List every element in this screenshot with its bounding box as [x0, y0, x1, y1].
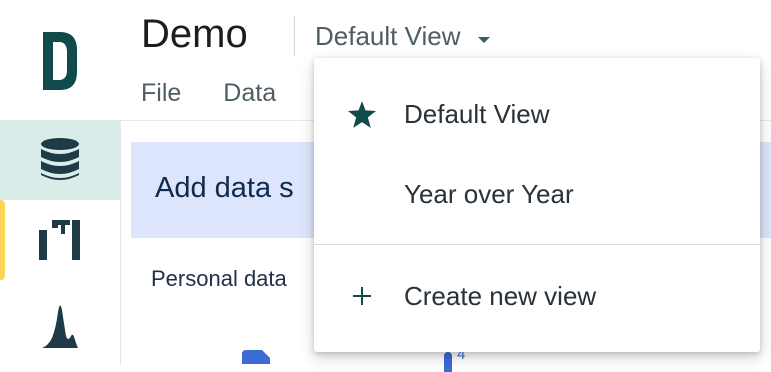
- badge-marker-icon: [444, 352, 452, 372]
- rail-item-distribution[interactable]: [0, 290, 120, 360]
- create-new-view-label: Create new view: [404, 280, 597, 311]
- menu-data[interactable]: Data: [223, 76, 276, 110]
- database-icon: [41, 138, 79, 180]
- file-icon: [242, 350, 272, 369]
- star-icon: [348, 100, 376, 128]
- view-option-label: Default View: [404, 98, 550, 129]
- view-option-year-over-year[interactable]: Year over Year: [314, 158, 760, 230]
- view-option-default[interactable]: Default View: [314, 78, 760, 150]
- menubar: File Data: [141, 76, 318, 110]
- menu-separator: [314, 244, 760, 245]
- left-nav-rail: [0, 0, 120, 364]
- view-option-label: Year over Year: [404, 178, 574, 209]
- banner-title: Add data s: [155, 172, 294, 204]
- menu-file[interactable]: File: [141, 76, 181, 110]
- create-new-view-button[interactable]: Create new view: [314, 260, 760, 332]
- distribution-chart-icon: [42, 305, 78, 348]
- columns-icon: [39, 220, 80, 260]
- app-title: Demo: [141, 12, 248, 56]
- rail-item-columns[interactable]: [0, 200, 120, 280]
- caret-down-icon: [477, 21, 491, 52]
- view-selector-button[interactable]: Default View: [315, 18, 491, 54]
- brand-logo[interactable]: [40, 30, 80, 92]
- section-label: Personal data: [151, 266, 287, 291]
- view-dropdown-menu: Default View Year over Year Create new v…: [314, 58, 760, 352]
- title-divider: [294, 16, 295, 56]
- view-selector-label: Default View: [315, 20, 461, 51]
- rail-item-data[interactable]: [0, 120, 120, 200]
- plus-icon: [348, 282, 376, 310]
